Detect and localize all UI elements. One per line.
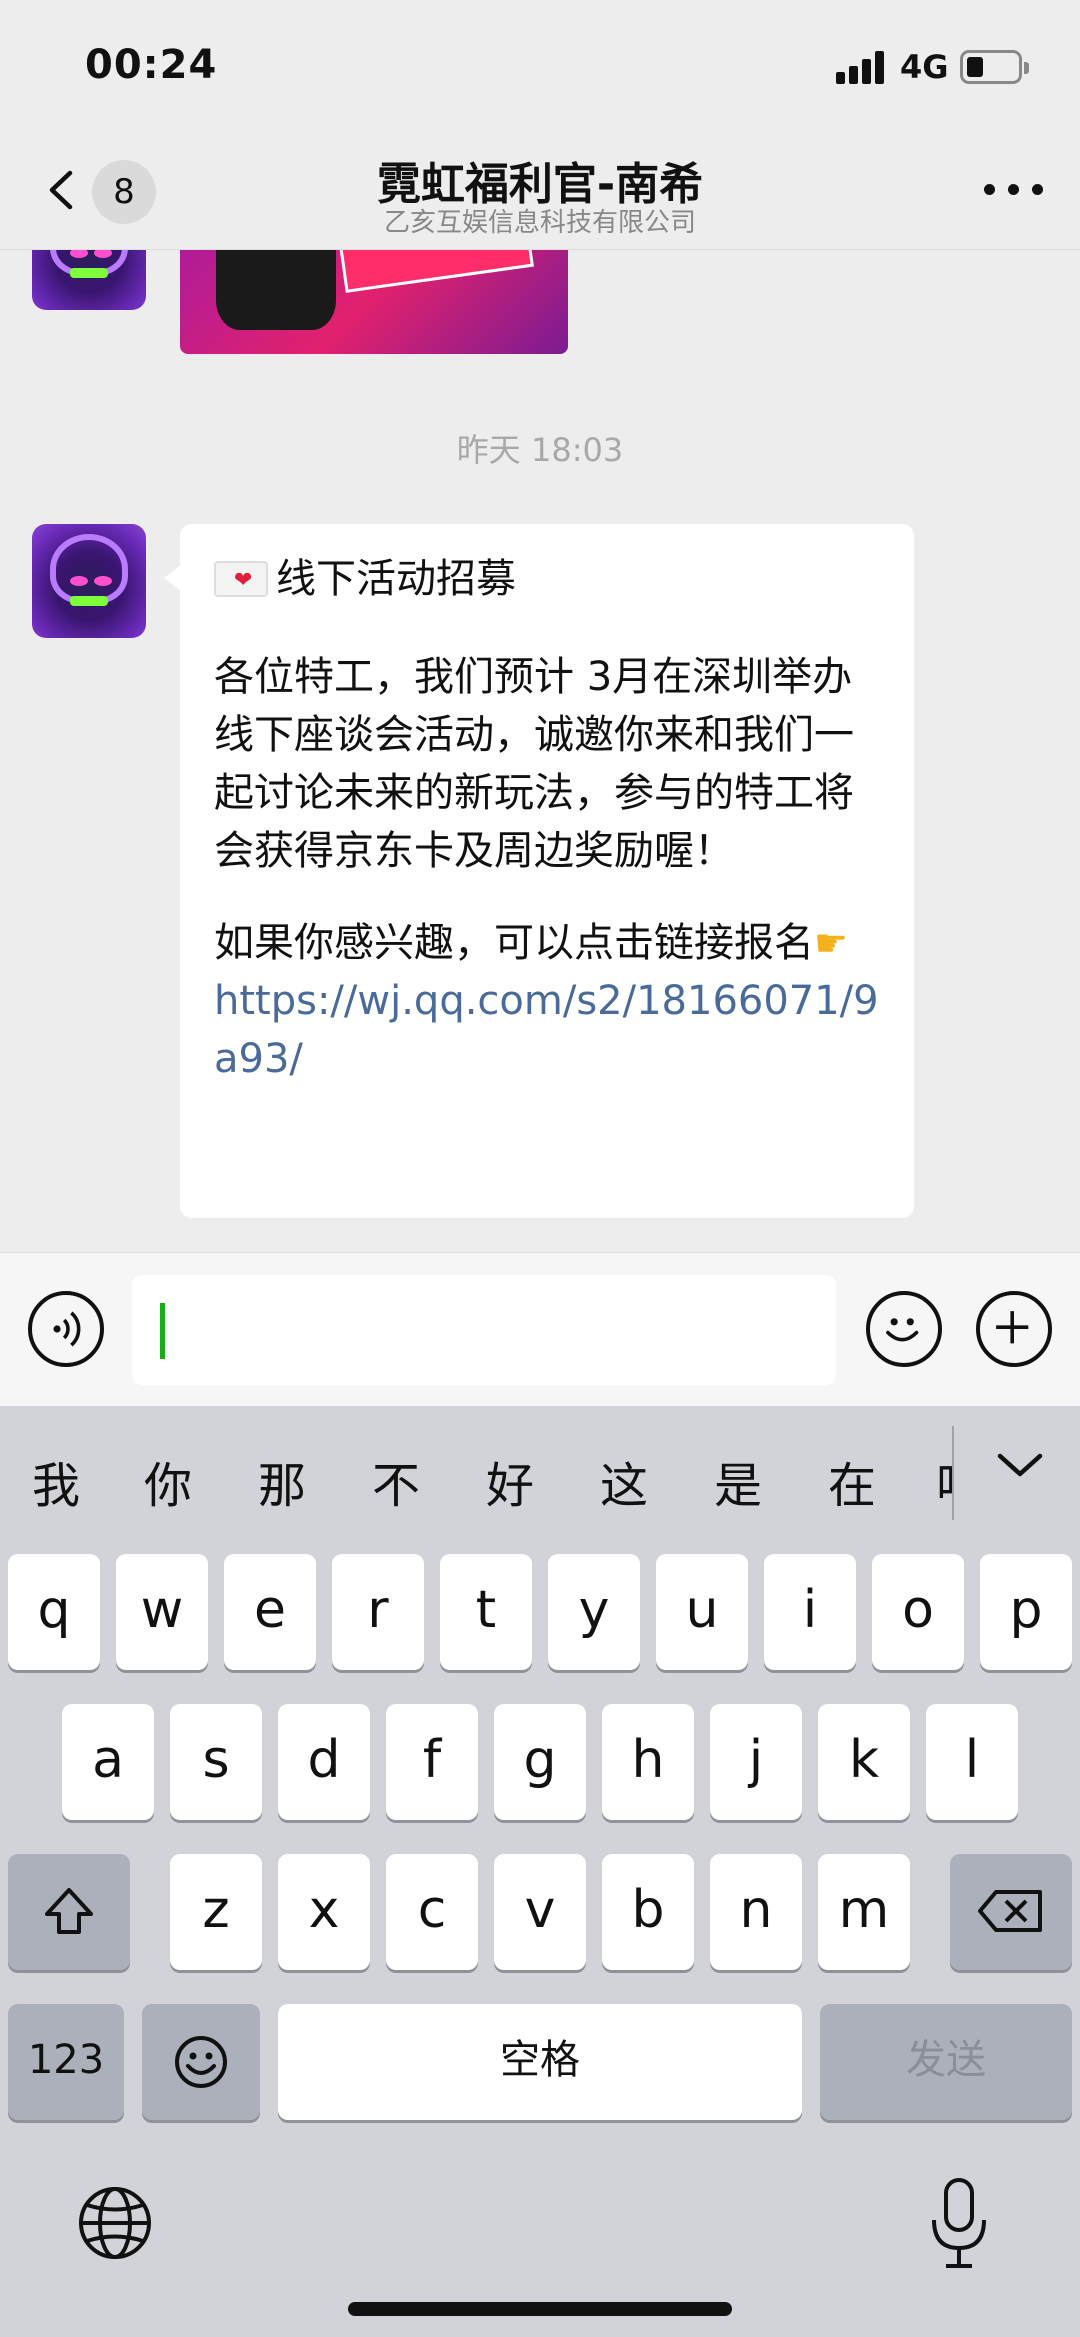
plus-icon[interactable] [976,1291,1052,1367]
home-indicator[interactable] [348,2302,732,2316]
key-o[interactable]: o [872,1554,964,1670]
message-timestamp: 昨天 18:03 [456,431,624,469]
send-key[interactable]: 发送 [820,2004,1072,2120]
key-w[interactable]: w [116,1554,208,1670]
key-j[interactable]: j [710,1704,802,1820]
key-s[interactable]: s [170,1704,262,1820]
status-time: 00:24 [85,42,218,88]
signal-icon [836,50,888,84]
key-l[interactable]: l [926,1704,1018,1820]
globe-icon[interactable] [76,2184,154,2262]
status-bar: 00:24 4G [0,0,1080,130]
key-h[interactable]: h [602,1704,694,1820]
key-v[interactable]: v [494,1854,586,1970]
candidate-word[interactable]: 好 [486,1446,534,1516]
message-title-row: ❤ 线下活动招募 [214,550,880,608]
delete-key[interactable] [950,1854,1072,1970]
message-cta-text: 如果你感兴趣，可以点击链接报名 [214,920,814,966]
image-banner [336,250,534,293]
chat-subtitle: 乙亥互娱信息科技有限公司 [383,208,696,238]
emoji-icon [175,2036,227,2088]
numbers-key[interactable]: 123 [8,2004,124,2120]
key-t[interactable]: t [440,1554,532,1670]
candidate-word[interactable]: 不 [372,1446,420,1516]
shift-icon [45,1888,93,1934]
candidate-word[interactable]: 吧 [936,1446,952,1516]
candidate-word[interactable]: 在 [828,1446,876,1516]
key-r[interactable]: r [332,1554,424,1670]
message-cta: 如果你感兴趣，可以点击链接报名☛ https://wj.qq.com/s2/18… [214,914,880,1088]
input-bar [0,1252,1080,1406]
delete-icon [978,1890,1042,1932]
key-m[interactable]: m [818,1854,910,1970]
space-key[interactable]: 空格 [278,2004,802,2120]
sender-avatar[interactable] [32,524,146,638]
message-bubble[interactable]: ❤ 线下活动招募 各位特工，我们预计 3月在深圳举办线下座谈会活动，诚邀你来和我… [164,524,914,1218]
signup-link[interactable]: https://wj.qq.com/s2/18166071/9a93/ [214,978,879,1082]
message-list[interactable]: 昨天 18:03 ❤ 线下活动招募 各位特工，我们预计 3月在深圳举办线下座谈会… [0,250,1080,1250]
message-input[interactable] [132,1275,836,1385]
candidate-word[interactable]: 这 [600,1446,648,1516]
text-caret [160,1303,165,1359]
emoji-key[interactable] [142,2004,260,2120]
keyboard: 我 你 那 不 好 这 是 在 吧 q w e r t y u i o p a … [0,1406,1080,2337]
key-x[interactable]: x [278,1854,370,1970]
microphone-icon[interactable] [924,2174,994,2274]
message-body: 各位特工，我们预计 3月在深圳举办线下座谈会活动，诚邀你来和我们一起讨论未来的新… [214,654,854,874]
candidate-word[interactable]: 那 [258,1446,306,1516]
key-a[interactable]: a [62,1704,154,1820]
network-type: 4G [900,48,949,86]
pointing-hand-icon: ☛ [814,921,849,965]
cat-illustration [216,250,336,330]
key-y[interactable]: y [548,1554,640,1670]
sender-avatar[interactable] [32,250,146,310]
more-dots-icon[interactable] [984,180,1044,200]
key-u[interactable]: u [656,1554,748,1670]
key-e[interactable]: e [224,1554,316,1670]
candidate-word[interactable]: 我 [32,1446,80,1516]
image-message[interactable] [180,250,568,354]
emoji-icon[interactable] [866,1291,942,1367]
battery-icon [960,50,1029,84]
key-p[interactable]: p [980,1554,1072,1670]
key-f[interactable]: f [386,1704,478,1820]
shift-key[interactable] [8,1854,130,1970]
key-q[interactable]: q [8,1554,100,1670]
key-k[interactable]: k [818,1704,910,1820]
voice-icon[interactable] [28,1291,104,1367]
key-i[interactable]: i [764,1554,856,1670]
chevron-down-icon[interactable] [990,1446,1050,1486]
candidate-bar: 我 你 那 不 好 这 是 在 吧 [0,1406,1080,1538]
key-n[interactable]: n [710,1854,802,1970]
candidate-divider [952,1426,954,1520]
chat-header: 8 霓虹福利官-南希 乙亥互娱信息科技有限公司 [0,130,1080,250]
key-c[interactable]: c [386,1854,478,1970]
key-g[interactable]: g [494,1704,586,1820]
key-z[interactable]: z [170,1854,262,1970]
candidate-word[interactable]: 你 [144,1446,192,1516]
candidate-word[interactable]: 是 [714,1446,762,1516]
key-d[interactable]: d [278,1704,370,1820]
love-letter-icon: ❤ [214,561,268,597]
key-b[interactable]: b [602,1854,694,1970]
message-title: 线下活动招募 [276,556,516,602]
